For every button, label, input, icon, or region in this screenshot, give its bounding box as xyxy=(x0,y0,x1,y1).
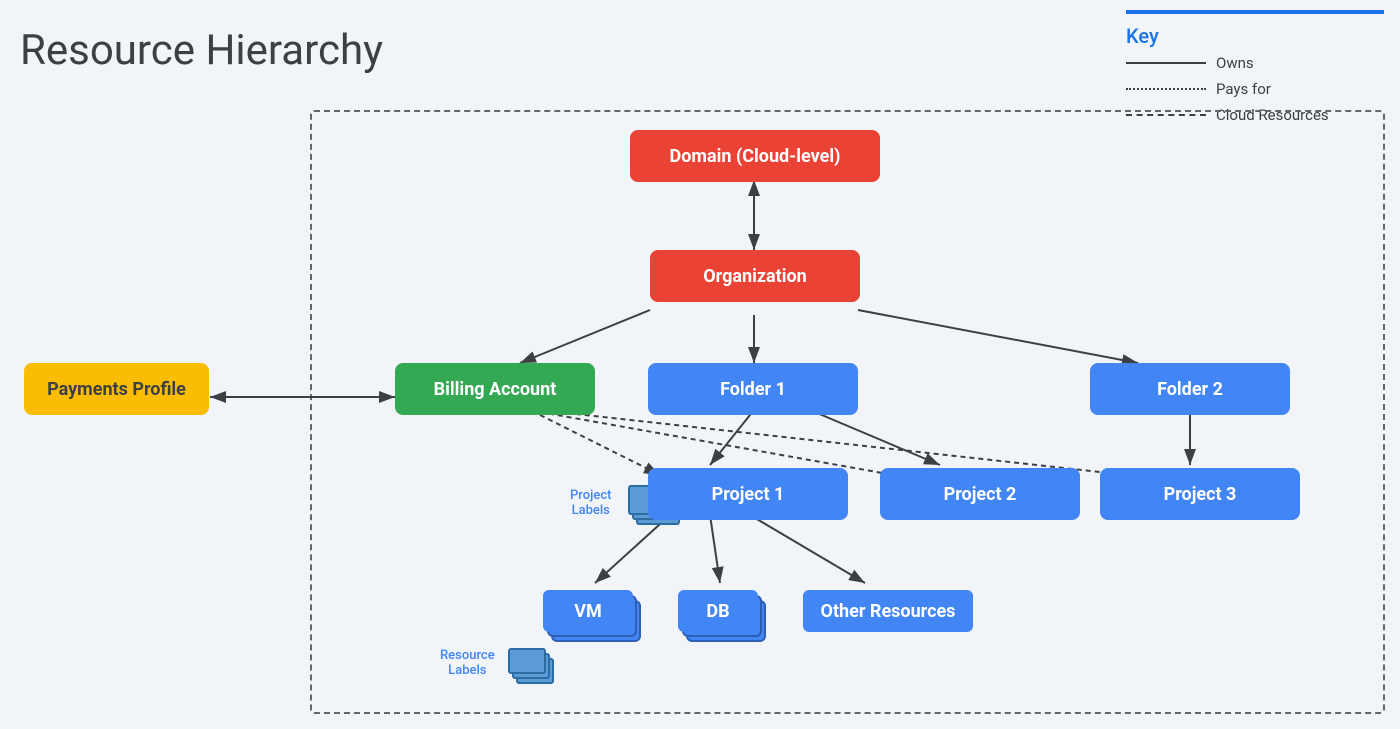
key-dotted-line xyxy=(1126,88,1206,90)
key-owns-label: Owns xyxy=(1216,54,1254,72)
node-project3: Project 3 xyxy=(1100,468,1300,520)
key-item-pays: Pays for xyxy=(1126,80,1384,98)
project-labels-label: ProjectLabels xyxy=(570,488,611,518)
node-db: DB xyxy=(678,590,758,632)
node-project2: Project 2 xyxy=(880,468,1080,520)
node-folder2: Folder 2 xyxy=(1090,363,1290,415)
page-title: Resource Hierarchy xyxy=(20,26,383,75)
key-pays-label: Pays for xyxy=(1216,80,1271,98)
resource-labels-label: ResourceLabels xyxy=(440,648,495,678)
diagram: Domain (Cloud-level) Organization Billin… xyxy=(10,100,1390,719)
key-solid-line xyxy=(1126,62,1206,64)
key-line-decoration xyxy=(1126,10,1384,14)
node-billing-account: Billing Account xyxy=(395,363,595,415)
node-vm: VM xyxy=(543,590,633,632)
node-folder1: Folder 1 xyxy=(648,363,858,415)
node-project1: Project 1 xyxy=(648,468,848,520)
node-organization: Organization xyxy=(650,250,860,302)
node-payments-profile: Payments Profile xyxy=(24,363,209,415)
node-domain: Domain (Cloud-level) xyxy=(630,130,880,182)
key-title: Key xyxy=(1126,24,1384,48)
key-item-owns: Owns xyxy=(1126,54,1384,72)
node-other-resources: Other Resources xyxy=(803,590,973,632)
